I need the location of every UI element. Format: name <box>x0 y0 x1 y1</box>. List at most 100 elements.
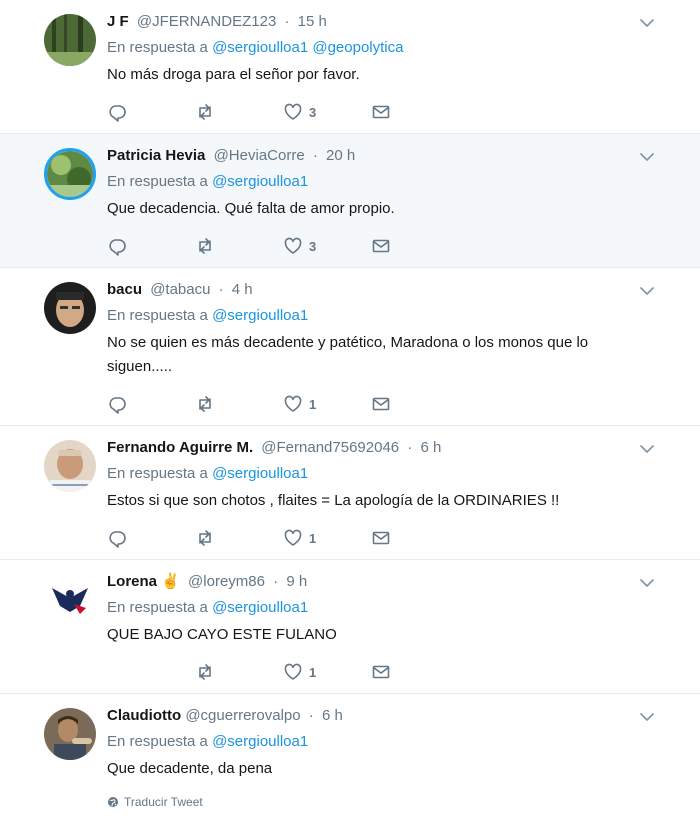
tweet[interactable]: J F @JFERNANDEZ123 · 15 h En respuesta a… <box>0 0 700 134</box>
retweet-icon <box>199 396 211 412</box>
timestamp[interactable]: 4 h <box>232 281 253 298</box>
envelope-icon <box>372 105 390 119</box>
like-count: 1 <box>309 664 317 680</box>
display-name[interactable]: Patricia Hevia <box>107 147 205 164</box>
tweet-actions: 3 <box>107 101 700 123</box>
mention-link[interactable]: @sergioulloa1 <box>212 733 308 750</box>
envelope-icon <box>372 239 390 253</box>
reply-prefix: En respuesta a <box>107 733 208 750</box>
reply-context: En respuesta a @sergioulloa1 <box>107 598 700 618</box>
chevron-down-icon[interactable] <box>638 14 656 32</box>
direct-message-button[interactable] <box>371 236 391 256</box>
mention-link[interactable]: @sergioulloa1 @geopolytica <box>212 39 403 56</box>
like-button[interactable]: 3 <box>283 236 371 256</box>
reply-button[interactable] <box>107 236 195 256</box>
heart-icon <box>284 663 302 680</box>
avatar[interactable] <box>44 708 96 760</box>
tweet[interactable]: Lorena ✌ @loreym86 · 9 h En respuesta a … <box>0 560 700 694</box>
like-count: 3 <box>309 104 317 120</box>
tweet-text: No se quien es más decadente y patético,… <box>107 334 589 375</box>
tweet-header: J F @JFERNANDEZ123 · 15 h <box>107 12 700 32</box>
timestamp[interactable]: 9 h <box>286 573 307 590</box>
reply-prefix: En respuesta a <box>107 39 208 56</box>
retweet-icon <box>199 664 211 680</box>
chevron-down-icon[interactable] <box>638 574 656 592</box>
retweet-icon <box>199 238 211 254</box>
globe-icon <box>108 797 118 807</box>
tweet[interactable]: Claudiotto @cguerrerovalpo · 6 h En resp… <box>0 694 700 823</box>
avatar[interactable] <box>44 148 96 200</box>
username[interactable]: @loreym86 <box>188 573 265 590</box>
tweet-actions: 1 <box>107 661 700 683</box>
tweet[interactable]: Patricia Hevia @HeviaCorre · 20 h En res… <box>0 134 700 268</box>
reply-icon <box>109 531 126 548</box>
mention-link[interactable]: @sergioulloa1 <box>212 465 308 482</box>
tweet-actions: 1 <box>107 527 700 549</box>
like-button[interactable]: 1 <box>283 662 371 682</box>
direct-message-button[interactable] <box>371 528 391 548</box>
reply-button[interactable] <box>107 528 195 548</box>
reply-button[interactable] <box>107 102 195 122</box>
timestamp[interactable]: 6 h <box>420 439 441 456</box>
username[interactable]: @cguerrerovalpo <box>185 707 300 724</box>
retweet-button[interactable] <box>195 662 283 682</box>
reply-context: En respuesta a @sergioulloa1 <box>107 732 700 752</box>
reply-context: En respuesta a @sergioulloa1 <box>107 172 700 192</box>
reply-icon <box>109 397 126 414</box>
like-button[interactable]: 1 <box>283 528 371 548</box>
reply-icon <box>109 105 126 122</box>
avatar[interactable] <box>44 440 96 492</box>
avatar[interactable] <box>44 14 96 66</box>
display-name[interactable]: J F <box>107 13 129 30</box>
chevron-down-icon[interactable] <box>638 282 656 300</box>
translate-tweet-link[interactable]: Traducir Tweet <box>107 795 700 809</box>
direct-message-button[interactable] <box>371 662 391 682</box>
direct-message-button[interactable] <box>371 394 391 414</box>
like-count: 3 <box>309 238 317 254</box>
retweet-button[interactable] <box>195 394 283 414</box>
reply-prefix: En respuesta a <box>107 173 208 190</box>
tweet[interactable]: Fernando Aguirre M. @Fernand75692046 · 6… <box>0 426 700 560</box>
tweet[interactable]: bacu @tabacu · 4 h En respuesta a @sergi… <box>0 268 700 426</box>
username[interactable]: @tabacu <box>150 281 210 298</box>
chevron-down-icon[interactable] <box>638 440 656 458</box>
like-button[interactable]: 1 <box>283 394 371 414</box>
reply-prefix: En respuesta a <box>107 465 208 482</box>
reply-context: En respuesta a @sergioulloa1 <box>107 464 700 484</box>
reply-prefix: En respuesta a <box>107 307 208 324</box>
timestamp[interactable]: 20 h <box>326 147 355 164</box>
username[interactable]: @JFERNANDEZ123 <box>137 13 276 30</box>
chevron-down-icon[interactable] <box>638 708 656 726</box>
separator-dot: · <box>312 147 318 164</box>
reply-context: En respuesta a @sergioulloa1 @geopolytic… <box>107 38 700 58</box>
separator-dot: · <box>407 439 413 456</box>
tweet-header: Claudiotto @cguerrerovalpo · 6 h <box>107 706 700 726</box>
retweet-button[interactable] <box>195 102 283 122</box>
display-name[interactable]: Claudiotto <box>107 707 181 724</box>
mention-link[interactable]: @sergioulloa1 <box>212 599 308 616</box>
reply-button[interactable] <box>107 394 195 414</box>
tweet-header: Lorena ✌ @loreym86 · 9 h <box>107 572 700 592</box>
mention-link[interactable]: @sergioulloa1 <box>212 173 308 190</box>
tweet-header: bacu @tabacu · 4 h <box>107 280 700 300</box>
direct-message-button[interactable] <box>371 102 391 122</box>
avatar[interactable] <box>44 282 96 334</box>
like-count: 1 <box>309 396 317 412</box>
username[interactable]: @HeviaCorre <box>214 147 305 164</box>
username[interactable]: @Fernand75692046 <box>261 439 399 456</box>
tweet-actions: 1 <box>107 393 700 415</box>
mention-link[interactable]: @sergioulloa1 <box>212 307 308 324</box>
like-button[interactable]: 3 <box>283 102 371 122</box>
avatar[interactable] <box>44 574 96 626</box>
display-name[interactable]: Fernando Aguirre M. <box>107 439 253 456</box>
chevron-down-icon[interactable] <box>638 148 656 166</box>
display-name[interactable]: bacu <box>107 281 142 298</box>
tweet-text: QUE BAJO CAYO ESTE FULANO <box>107 626 337 643</box>
display-name[interactable]: Lorena <box>107 573 157 590</box>
timestamp[interactable]: 15 h <box>298 13 327 30</box>
heart-icon <box>284 237 302 254</box>
retweet-button[interactable] <box>195 528 283 548</box>
retweet-button[interactable] <box>195 236 283 256</box>
timestamp[interactable]: 6 h <box>322 707 343 724</box>
reply-context: En respuesta a @sergioulloa1 <box>107 306 700 326</box>
